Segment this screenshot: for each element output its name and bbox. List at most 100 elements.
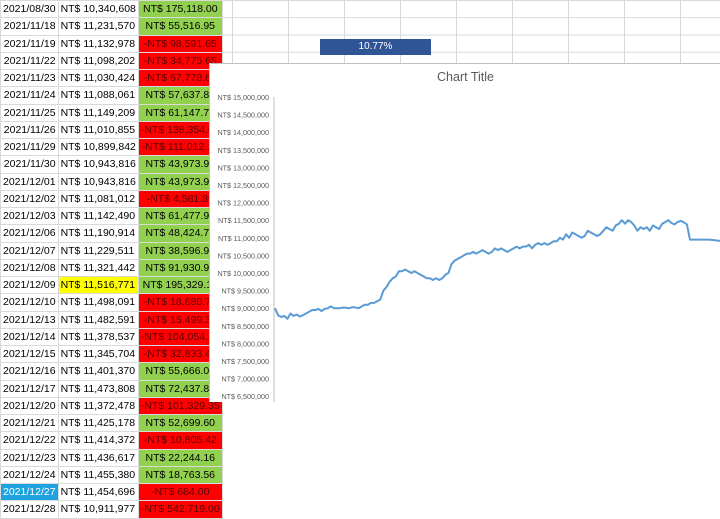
change-cell[interactable]: NT$ 52,699.60 <box>137 413 223 433</box>
value-cell[interactable]: NT$ 11,436,617 <box>57 448 139 467</box>
date-cell[interactable]: 2021/11/25 <box>0 103 59 122</box>
y-tick-label: NT$ 12,000,000 <box>217 199 269 208</box>
series-line <box>274 219 720 320</box>
change-cell[interactable]: -NT$ 684.00 <box>137 482 223 502</box>
value-cell[interactable]: NT$ 11,149,209 <box>57 103 139 122</box>
table-row: 2021/11/23 NT$ 11,030,424 -NT$ 67,778.62 <box>0 68 223 88</box>
date-cell[interactable]: 2021/12/14 <box>0 327 59 347</box>
value-cell[interactable]: NT$ 11,132,978 <box>57 34 139 53</box>
value-cell[interactable]: NT$ 10,911,977 <box>57 500 139 519</box>
date-cell[interactable]: 2021/12/24 <box>0 465 59 485</box>
percent-cell[interactable]: 10.77% <box>320 39 431 55</box>
table-row: 2021/11/30 NT$ 10,943,816 NT$ 43,973.97 <box>0 155 223 174</box>
date-cell[interactable]: 2021/11/22 <box>0 51 59 71</box>
value-cell[interactable]: NT$ 11,081,012 <box>57 189 139 209</box>
value-cell[interactable]: NT$ 11,345,704 <box>57 344 139 364</box>
y-tick-label: NT$ 11,000,000 <box>218 234 269 243</box>
y-tick-label: NT$ 15,000,000 <box>217 93 269 102</box>
table-row: 2021/12/21 NT$ 11,425,178 NT$ 52,699.60 <box>0 413 223 433</box>
value-cell[interactable]: NT$ 11,088,061 <box>57 86 139 105</box>
change-cell[interactable]: -NT$ 10,805.42 <box>137 431 223 450</box>
value-cell[interactable]: NT$ 11,030,424 <box>57 68 139 88</box>
value-cell[interactable]: NT$ 11,516,771 <box>57 275 139 295</box>
date-cell[interactable]: 2021/12/22 <box>0 431 59 450</box>
y-tick-label: NT$ 10,000,000 <box>217 269 269 278</box>
table-row: 2021/11/22 NT$ 11,098,202 -NT$ 34,775.65 <box>0 51 223 71</box>
date-cell[interactable]: 2021/11/24 <box>0 86 59 105</box>
table-row: 2021/12/03 NT$ 11,142,490 NT$ 61,477.98 <box>0 206 223 226</box>
date-cell[interactable]: 2021/12/13 <box>0 310 59 329</box>
change-cell[interactable]: NT$ 175,118.00 <box>137 0 223 19</box>
table-row: 2021/12/09 NT$ 11,516,771 NT$ 195,329.12 <box>0 275 223 295</box>
value-cell[interactable]: NT$ 11,498,091 <box>57 293 139 312</box>
date-cell[interactable]: 2021/12/16 <box>0 362 59 381</box>
value-cell[interactable]: NT$ 11,372,478 <box>57 396 139 416</box>
value-cell[interactable]: NT$ 10,943,816 <box>57 155 139 174</box>
date-cell[interactable]: 2021/12/08 <box>0 258 59 278</box>
date-cell[interactable]: 2021/12/10 <box>0 293 59 312</box>
table-row: 2021/11/24 NT$ 11,088,061 NT$ 57,637.81 <box>0 86 223 105</box>
value-cell[interactable]: NT$ 11,190,914 <box>57 224 139 243</box>
change-cell[interactable]: -NT$ 98,591.65 <box>137 34 223 53</box>
date-cell[interactable]: 2021/11/23 <box>0 68 59 88</box>
date-cell[interactable]: 2021/12/27 <box>0 482 59 502</box>
y-tick-label: NT$ 11,500,000 <box>218 216 269 225</box>
date-cell[interactable]: 2021/12/03 <box>0 206 59 226</box>
value-cell[interactable]: NT$ 10,899,842 <box>57 137 139 157</box>
table-row: 2021/11/29 NT$ 10,899,842 -NT$ 111,012.18 <box>0 137 223 157</box>
y-tick-label: NT$ 14,500,000 <box>217 111 269 120</box>
date-cell[interactable]: 2021/12/07 <box>0 241 59 260</box>
date-cell[interactable]: 2021/11/18 <box>0 17 59 36</box>
value-cell[interactable]: NT$ 11,142,490 <box>57 206 139 226</box>
value-cell[interactable]: NT$ 11,321,442 <box>57 258 139 278</box>
y-tick-label: NT$ 8,000,000 <box>221 339 269 348</box>
change-cell[interactable]: NT$ 18,763.56 <box>137 465 223 485</box>
date-cell[interactable]: 2021/12/02 <box>0 189 59 209</box>
value-cell[interactable]: NT$ 11,378,537 <box>57 327 139 347</box>
y-tick-label: NT$ 9,000,000 <box>221 304 269 313</box>
date-cell[interactable]: 2021/12/17 <box>0 379 59 398</box>
value-cell[interactable]: NT$ 10,340,608 <box>57 0 139 19</box>
table-row: 2021/12/02 NT$ 11,081,012 -NT$ 4,581.89 <box>0 189 223 209</box>
date-cell[interactable]: 2021/11/30 <box>0 155 59 174</box>
value-cell[interactable]: NT$ 11,454,696 <box>57 482 139 502</box>
date-cell[interactable]: 2021/12/20 <box>0 396 59 416</box>
date-cell[interactable]: 2021/12/06 <box>0 224 59 243</box>
date-cell[interactable]: 2021/12/21 <box>0 413 59 433</box>
value-cell[interactable]: NT$ 11,455,380 <box>57 465 139 485</box>
value-cell[interactable]: NT$ 11,010,855 <box>57 120 139 140</box>
value-cell[interactable]: NT$ 11,414,372 <box>57 431 139 450</box>
value-cell[interactable]: NT$ 11,098,202 <box>57 51 139 71</box>
value-cell[interactable]: NT$ 11,401,370 <box>57 362 139 381</box>
change-cell[interactable]: -NT$ 542,719.00 <box>137 500 223 519</box>
table-row: 2021/11/19 NT$ 11,132,978 -NT$ 98,591.65 <box>0 34 223 53</box>
value-cell[interactable]: NT$ 11,473,808 <box>57 379 139 398</box>
date-cell[interactable]: 2021/12/28 <box>0 500 59 519</box>
table-row: 2021/12/22 NT$ 11,414,372 -NT$ 10,805.42 <box>0 431 223 450</box>
change-cell[interactable]: NT$ 22,244.16 <box>137 448 223 467</box>
table-row: 2021/11/26 NT$ 11,010,855 -NT$ 138,354.61 <box>0 120 223 140</box>
date-cell[interactable]: 2021/12/15 <box>0 344 59 364</box>
table-row: 2021/11/18 NT$ 11,231,570 NT$ 55,516.95 <box>0 17 223 36</box>
table-row: 2021/12/27 NT$ 11,454,696 -NT$ 684.00 <box>0 482 223 502</box>
y-tick-label: NT$ 13,500,000 <box>217 146 269 155</box>
date-cell[interactable]: 2021/12/09 <box>0 275 59 295</box>
value-cell[interactable]: NT$ 10,943,816 <box>57 172 139 191</box>
line-chart[interactable]: Chart Title NT$ 15,000,000 NT$ 14,500,000… <box>209 63 720 402</box>
table-row: 2021/12/14 NT$ 11,378,537 -NT$ 104,054.17 <box>0 327 223 347</box>
table-row: 2021/11/25 NT$ 11,149,209 NT$ 61,147.73 <box>0 103 223 122</box>
change-cell[interactable]: NT$ 55,516.95 <box>137 17 223 36</box>
value-cell[interactable]: NT$ 11,425,178 <box>57 413 139 433</box>
date-cell[interactable]: 2021/11/19 <box>0 34 59 53</box>
y-tick-label: NT$ 13,000,000 <box>217 163 269 172</box>
date-cell[interactable]: 2021/11/26 <box>0 120 59 140</box>
date-cell[interactable]: 2021/12/23 <box>0 448 59 467</box>
date-cell[interactable]: 2021/08/30 <box>0 0 59 19</box>
value-cell[interactable]: NT$ 11,231,570 <box>57 17 139 36</box>
date-cell[interactable]: 2021/12/01 <box>0 172 59 191</box>
table-row: 2021/08/30 NT$ 10,340,608 NT$ 175,118.00 <box>0 0 223 19</box>
table-row: 2021/12/16 NT$ 11,401,370 NT$ 55,666.00 <box>0 362 223 381</box>
date-cell[interactable]: 2021/11/29 <box>0 137 59 157</box>
value-cell[interactable]: NT$ 11,229,511 <box>57 241 139 260</box>
value-cell[interactable]: NT$ 11,482,591 <box>57 310 139 329</box>
